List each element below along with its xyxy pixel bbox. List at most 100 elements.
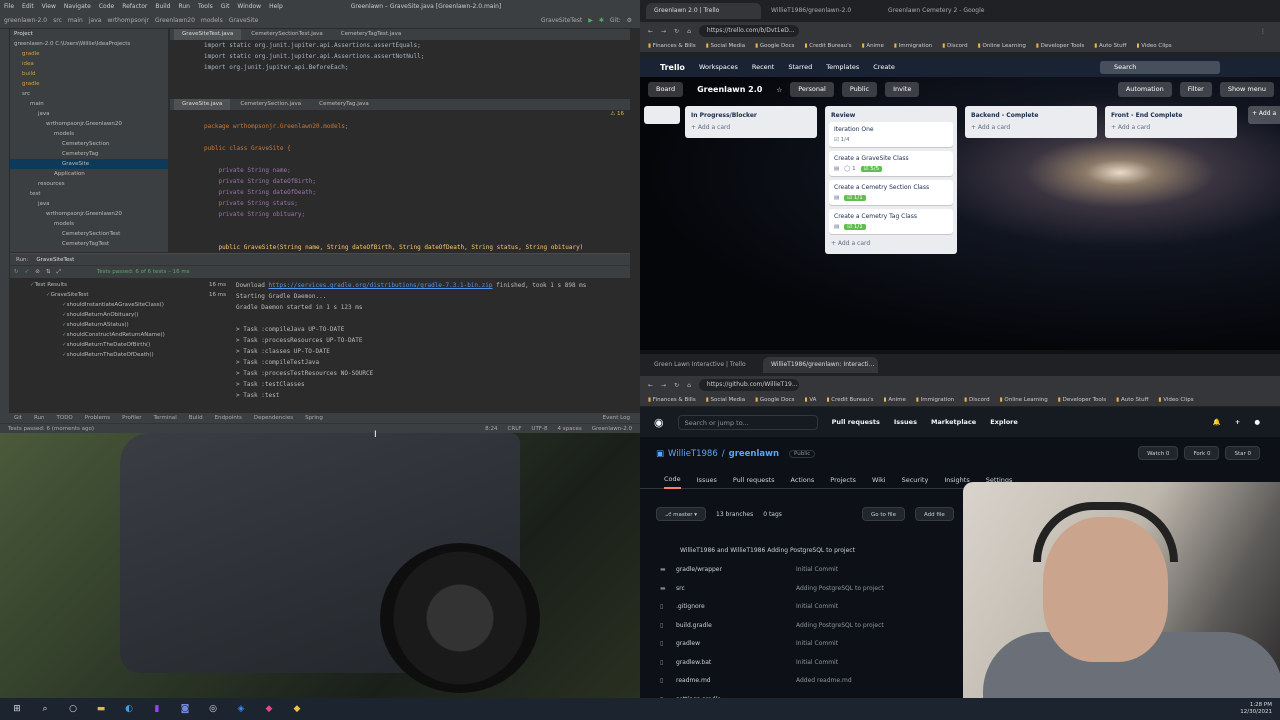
run-tab[interactable]: GraveSiteTest	[36, 257, 74, 263]
status-item[interactable]: UTF-8	[531, 426, 547, 432]
list-title[interactable]: Review	[829, 110, 953, 122]
repo-action-watch[interactable]: Watch 0	[1138, 446, 1179, 460]
test-result-item[interactable]: ✓ Test Results 16 ms	[10, 280, 230, 290]
repo-tab-insights[interactable]: Insights	[944, 476, 969, 484]
file-commit-msg[interactable]: Adding PostgreSQL to project	[796, 580, 884, 599]
menu-build[interactable]: Build	[155, 3, 170, 10]
tree-item[interactable]: idea	[10, 59, 168, 69]
trello-nav-templates[interactable]: Templates	[826, 63, 859, 71]
bookmark[interactable]: Online Learning	[1000, 397, 1047, 403]
file-name[interactable]: ▬ gradle/wrapper	[656, 561, 796, 580]
extensions-icon[interactable]: ⋮	[1260, 28, 1266, 35]
trello-url[interactable]: https://trello.com/b/Dvt1eD...	[698, 25, 799, 37]
file-row[interactable]: ▬ gradle/wrapper Initial Commit	[656, 561, 976, 580]
test-result-item[interactable]: ✓ shouldReturnTheDateOfBirth()	[10, 340, 230, 350]
tree-item[interactable]: CemeteryTag	[10, 149, 168, 159]
intellij-icon[interactable]: ◆	[262, 702, 276, 716]
breadcrumb-item[interactable]: java	[89, 17, 102, 24]
trello-card[interactable]: Create a Cemetry Tag Class ▤ ☑ 1/1	[829, 209, 953, 234]
bookmark[interactable]: Discord	[942, 43, 968, 49]
bookmark[interactable]: Video Clips	[1136, 43, 1171, 49]
github-logo-icon[interactable]: ◉	[654, 416, 664, 429]
add-card-button[interactable]: + Add a card	[1109, 122, 1233, 134]
browser-tab[interactable]: Green Lawn Interactive | Trello	[646, 357, 761, 373]
expand-icon[interactable]: ⤢	[56, 269, 60, 276]
breadcrumb-item[interactable]: GraveSite	[229, 17, 259, 24]
list-title[interactable]: In Progress/Blocker	[689, 110, 813, 122]
editor-tab[interactable]: CemeteryTagTest.java	[333, 29, 409, 40]
file-explorer-icon[interactable]: ▬	[94, 702, 108, 716]
file-row[interactable]: ▯ .gitignore Initial Commit	[656, 598, 976, 617]
tool-window-build[interactable]: Build	[189, 415, 203, 421]
menu-edit[interactable]: Edit	[22, 3, 34, 10]
menu-file[interactable]: File	[4, 3, 14, 10]
bookmark[interactable]: Discord	[964, 397, 990, 403]
list-title[interactable]: Front - End Complete	[1109, 110, 1233, 122]
breadcrumb-item[interactable]: wrthompsonjr	[107, 17, 149, 24]
task-view-icon[interactable]: ○	[66, 702, 80, 716]
file-name[interactable]: ▯ gradlew	[656, 635, 796, 654]
go-to-file-button[interactable]: Go to file	[861, 507, 905, 521]
tool-window-terminal[interactable]: Terminal	[154, 415, 177, 421]
file-commit-msg[interactable]: Initial Commit	[796, 598, 838, 617]
status-item[interactable]: 4 spaces	[557, 426, 581, 432]
board-title[interactable]: Greenlawn 2.0	[691, 85, 768, 94]
tree-item[interactable]: build	[10, 69, 168, 79]
browser-tab[interactable]: WillieT1986/greenlawn-2.0	[763, 3, 878, 19]
run-config-select[interactable]: GraveSiteTest	[541, 17, 582, 24]
tool-window-problems[interactable]: Problems	[85, 415, 110, 421]
home-icon[interactable]: ⌂	[687, 382, 691, 389]
status-item[interactable]: Greenlawn-2.0	[592, 426, 632, 432]
file-row[interactable]: ▯ readme.md Added readme.md	[656, 672, 976, 691]
browser-tab[interactable]: WillieT1986/greenlawn: Interacti...	[763, 357, 878, 373]
tags-link[interactable]: 0 tags	[763, 511, 782, 518]
run-icon[interactable]: ▶	[588, 17, 593, 24]
editor-tab[interactable]: GraveSite.java	[174, 99, 231, 110]
editor-tab[interactable]: CemeterySection.java	[232, 99, 309, 110]
tree-item[interactable]: GraveSite	[10, 159, 168, 169]
game-window[interactable]	[0, 433, 640, 698]
bookmark[interactable]: Video Clips	[1158, 397, 1193, 403]
board-view-button[interactable]: Board	[648, 82, 684, 97]
code-top[interactable]: import static org.junit.jupiter.api.Asse…	[170, 40, 630, 99]
branches-link[interactable]: 13 branches	[716, 511, 753, 518]
file-commit-msg[interactable]: Adding PostgreSQL to project	[796, 617, 884, 636]
add-card-button[interactable]: + Add a card	[829, 238, 953, 250]
filter-button[interactable]: Filter	[1179, 82, 1212, 97]
windows-start-icon[interactable]: ⊞	[10, 702, 24, 716]
reload-icon[interactable]: ↻	[674, 382, 679, 389]
repo-tab-security[interactable]: Security	[902, 476, 929, 484]
github-nav-issues[interactable]: Issues	[894, 418, 917, 426]
editor-tab[interactable]: GraveSiteTest.java	[174, 29, 242, 40]
home-icon[interactable]: ⌂	[687, 28, 691, 35]
steam-icon[interactable]: ◎	[206, 702, 220, 716]
tree-item[interactable]: gradle	[10, 49, 168, 59]
tree-item[interactable]: wrthompsonjr.Greenlawn20	[10, 209, 168, 219]
repo-tab-code[interactable]: Code	[664, 471, 681, 489]
forward-icon[interactable]: →	[661, 382, 666, 389]
add-list-button[interactable]: + Add a	[1248, 106, 1280, 124]
tree-item[interactable]: wrthompsonjr.Greenlawn20	[10, 119, 168, 129]
tree-item[interactable]: gradle	[10, 79, 168, 89]
discord-icon[interactable]: ◙	[178, 702, 192, 716]
tool-window-spring[interactable]: Spring	[305, 415, 323, 421]
editor-tab[interactable]: CemeteryTag.java	[311, 99, 377, 110]
menu-run[interactable]: Run	[178, 3, 190, 10]
tree-item[interactable]: models	[10, 219, 168, 229]
reload-icon[interactable]: ↻	[674, 28, 679, 35]
bookmark[interactable]: Immigration	[916, 397, 955, 403]
add-card-button[interactable]: + Add a card	[689, 122, 813, 134]
trello-search[interactable]: Search	[1100, 60, 1220, 74]
repo-tab-actions[interactable]: Actions	[791, 476, 815, 484]
test-result-item[interactable]: ✓ GraveSiteTest 16 ms	[10, 290, 230, 300]
tree-item[interactable]: CemeterySection	[10, 139, 168, 149]
add-file-button[interactable]: Add file	[914, 507, 954, 521]
tree-item[interactable]: greenlawn-2.0 C:\Users\Willie\IdeaProjec…	[10, 39, 168, 49]
trello-nav-workspaces[interactable]: Workspaces	[699, 63, 738, 71]
breadcrumb-item[interactable]: models	[201, 17, 223, 24]
bookmark[interactable]: Finances & Bills	[648, 43, 696, 49]
file-name[interactable]: ▯ build.gradle	[656, 617, 796, 636]
rerun-icon[interactable]: ↻	[14, 269, 19, 275]
bookmark[interactable]: Anime	[884, 397, 906, 403]
browser-tab[interactable]: Greenlawn 2.0 | Trello	[646, 3, 761, 19]
